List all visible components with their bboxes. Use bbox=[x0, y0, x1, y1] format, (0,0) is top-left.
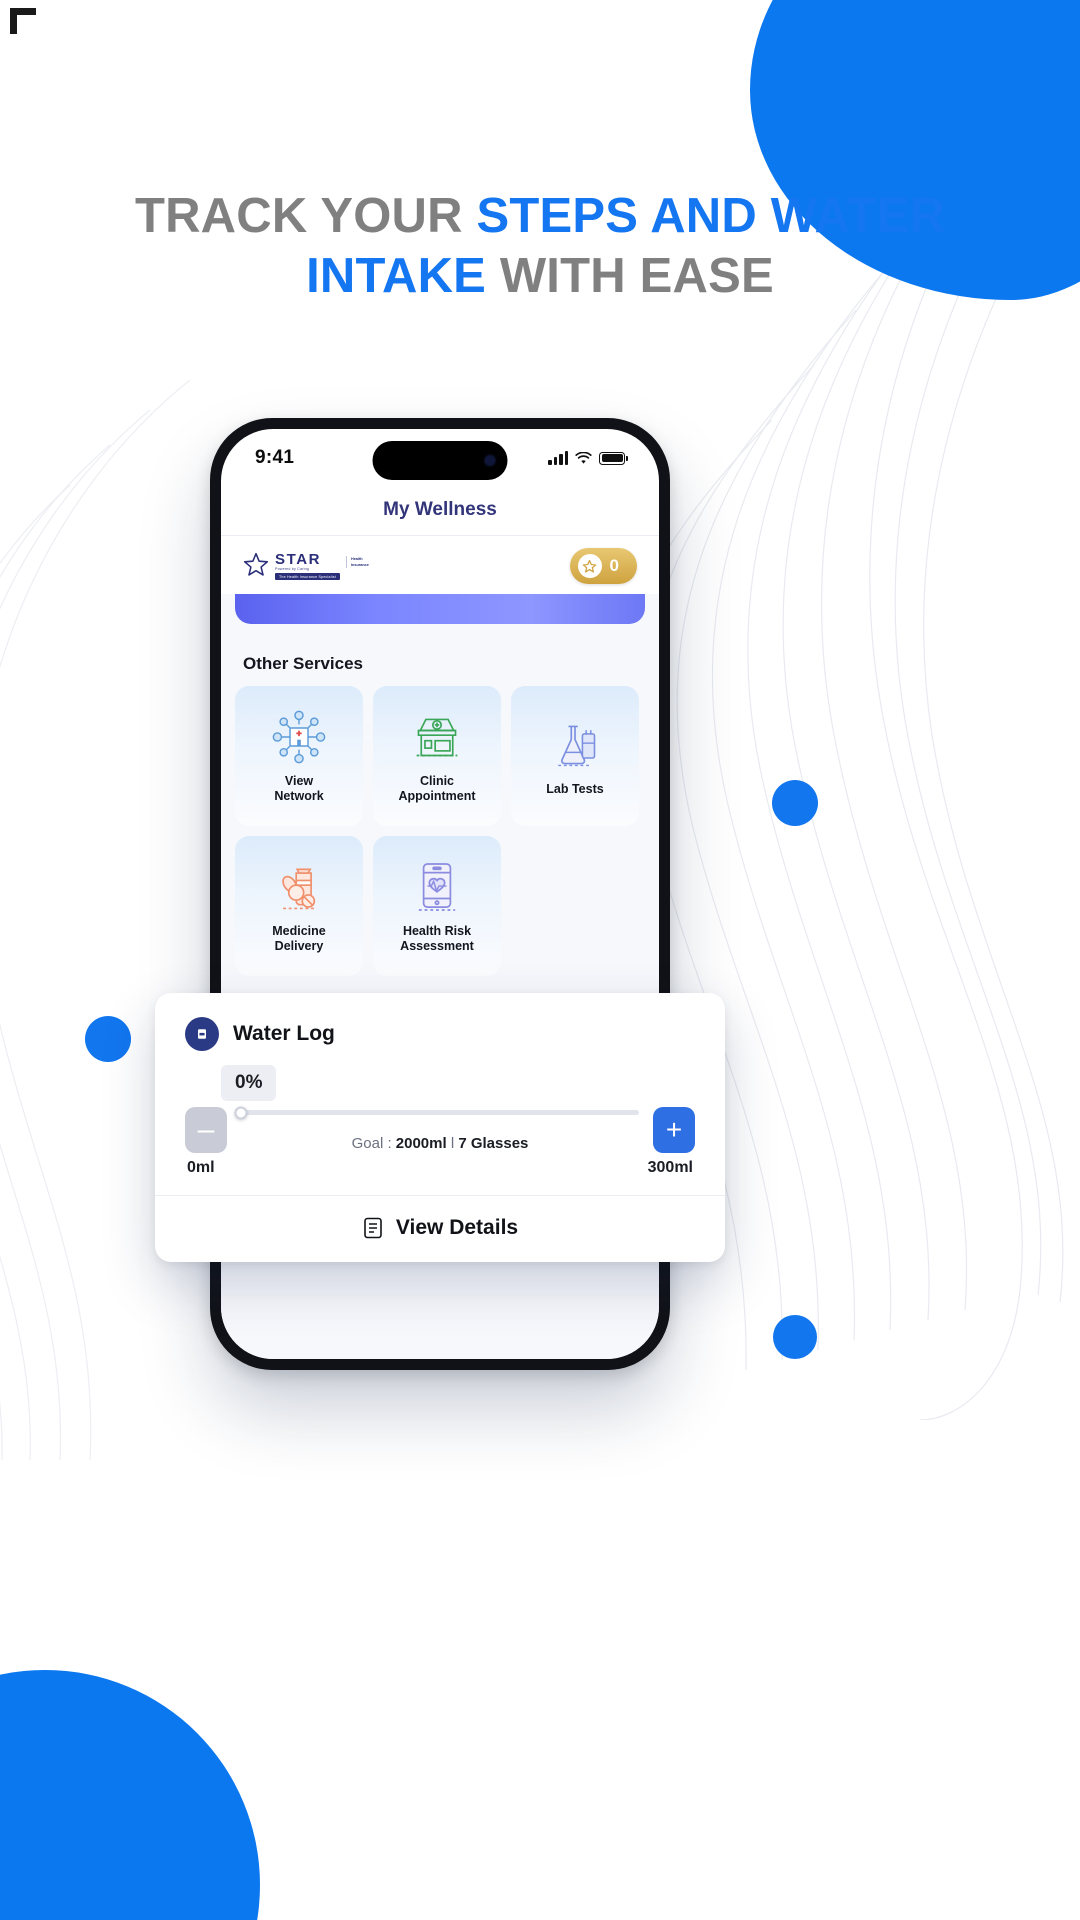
lab-flask-icon bbox=[549, 716, 601, 774]
promo-banner[interactable] bbox=[235, 594, 645, 624]
star-icon bbox=[577, 554, 602, 578]
service-tile-label: Health Risk Assessment bbox=[400, 924, 474, 953]
water-percent-badge: 0% bbox=[221, 1065, 277, 1101]
water-max-label: 300ml bbox=[647, 1159, 693, 1176]
status-bar: 9:41 bbox=[221, 429, 659, 487]
accent-dot-right-lower bbox=[773, 1315, 817, 1359]
water-log-title: Water Log bbox=[233, 1022, 335, 1045]
water-range-labels: 0ml 300ml bbox=[185, 1159, 695, 1177]
logo-text-block: STAR Powered by Caring The Health Insura… bbox=[275, 552, 340, 580]
star-health-logo: STAR Powered by Caring The Health Insura… bbox=[243, 552, 369, 580]
goal-amount: 2000ml bbox=[395, 1135, 447, 1152]
logo-side-text: Health Insurance bbox=[345, 556, 369, 568]
service-tile-health-risk-assessment[interactable]: Health Risk Assessment bbox=[373, 836, 501, 976]
view-details-label: View Details bbox=[395, 1216, 519, 1239]
brand-bar: STAR Powered by Caring The Health Insura… bbox=[221, 535, 659, 594]
accent-dot-right-upper bbox=[772, 780, 818, 826]
service-tile-clinic-appointment[interactable]: Clinic Appointment bbox=[373, 686, 501, 826]
service-tile-lab-tests[interactable]: Lab Tests bbox=[511, 686, 639, 826]
section-title-other-services: Other Services bbox=[243, 654, 364, 673]
service-tile-view-network[interactable]: View Network bbox=[235, 686, 363, 826]
points-value: 0 bbox=[609, 556, 619, 575]
wifi-icon bbox=[575, 451, 592, 464]
headline-text-part1: TRACK YOUR bbox=[134, 189, 477, 243]
marketing-headline: TRACK YOUR STEPS AND WATER INTAKE WITH E… bbox=[0, 186, 1080, 306]
accent-dot-left bbox=[85, 1016, 131, 1062]
increment-button[interactable]: + bbox=[653, 1107, 695, 1153]
slider-knob[interactable] bbox=[234, 1106, 248, 1119]
water-log-card: Water Log 0% – Goal : 2000ml l 7 Glasses… bbox=[155, 993, 725, 1262]
water-glass-glyph bbox=[198, 1029, 206, 1039]
network-hospital-glyph bbox=[272, 710, 326, 764]
water-log-body: 0% – Goal : 2000ml l 7 Glasses + 0ml 300… bbox=[155, 1059, 725, 1195]
logo-side-line2: Insurance bbox=[350, 563, 369, 567]
water-goal-text: Goal : 2000ml l 7 Glasses bbox=[241, 1135, 639, 1152]
network-hospital-icon bbox=[272, 708, 326, 766]
dynamic-island bbox=[372, 441, 508, 480]
water-log-header: Water Log bbox=[155, 993, 725, 1059]
hra-glyph bbox=[418, 863, 456, 911]
view-details-button[interactable]: View Details bbox=[155, 1195, 725, 1262]
points-badge[interactable]: 0 bbox=[569, 548, 637, 584]
logo-tagline: Powered by Caring bbox=[275, 567, 309, 571]
crop-corner-mark bbox=[10, 8, 36, 34]
logo-name: STAR bbox=[275, 551, 322, 568]
goal-prefix: Goal : bbox=[351, 1135, 396, 1152]
water-glass-icon bbox=[185, 1017, 219, 1051]
slider-track[interactable] bbox=[234, 1106, 639, 1119]
star-glyph bbox=[582, 559, 597, 573]
water-slider-row: – Goal : 2000ml l 7 Glasses + bbox=[185, 1106, 695, 1153]
service-tile-label: Clinic Appointment bbox=[398, 774, 476, 803]
medicine-bottle-icon bbox=[272, 858, 326, 916]
page-title: My Wellness bbox=[383, 499, 497, 520]
headline-text-part2: WITH EASE bbox=[486, 249, 774, 303]
status-bar-time: 9:41 bbox=[255, 447, 295, 468]
service-tile-medicine-delivery[interactable]: Medicine Delivery bbox=[235, 836, 363, 976]
clinic-storefront-icon bbox=[409, 708, 465, 766]
goal-separator: l bbox=[446, 1135, 459, 1152]
water-min-label: 0ml bbox=[187, 1159, 215, 1176]
front-camera-icon bbox=[485, 456, 495, 465]
service-tile-label: View Network bbox=[274, 774, 324, 803]
service-tile-label: Lab Tests bbox=[546, 781, 604, 796]
goal-glasses: 7 Glasses bbox=[458, 1135, 529, 1152]
service-tile-label: Medicine Delivery bbox=[272, 924, 326, 953]
status-bar-indicators bbox=[548, 451, 628, 465]
phone-heartbeat-icon bbox=[415, 858, 459, 916]
lab-flask-glyph bbox=[558, 725, 596, 766]
battery-full-icon bbox=[599, 451, 628, 465]
star-outline-icon bbox=[243, 552, 269, 576]
details-document-icon bbox=[364, 1217, 382, 1239]
service-tiles-grid: View Network Clinic Appointment Lab Test… bbox=[221, 686, 659, 976]
cellular-bars-icon bbox=[548, 451, 568, 465]
decrement-button[interactable]: – bbox=[185, 1107, 227, 1153]
medicine-glyph bbox=[282, 868, 316, 910]
clinic-glyph bbox=[416, 718, 458, 757]
water-slider[interactable]: Goal : 2000ml l 7 Glasses bbox=[234, 1106, 639, 1152]
blue-circle-bottom-left bbox=[0, 1670, 260, 1920]
logo-ribbon: The Health Insurance Specialist bbox=[275, 573, 340, 580]
